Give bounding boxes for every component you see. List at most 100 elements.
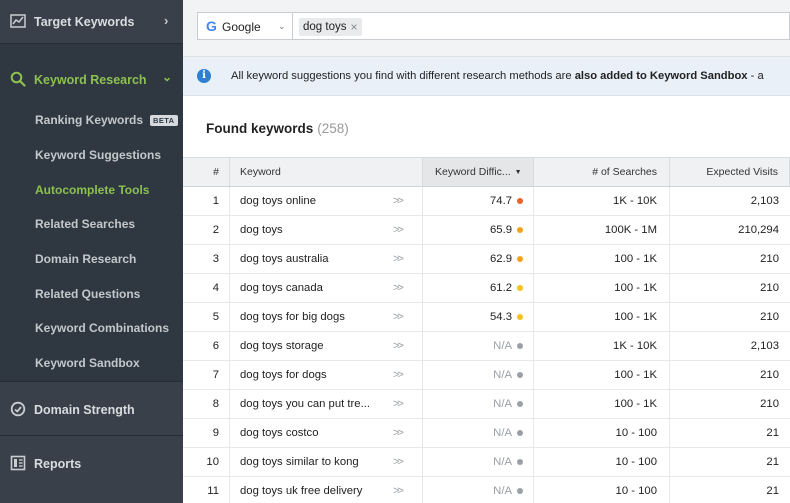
table-header: # Keyword Keyword Diffic... ▼ # of Searc… xyxy=(183,157,790,187)
sidebar-item-label: Domain Strength xyxy=(34,403,135,417)
expand-arrows-icon[interactable]: >> xyxy=(393,253,404,265)
table-row[interactable]: 6 dog toys storage >> N/A 1K - 10K 2,103 xyxy=(183,332,790,361)
sidebar-item-target-keywords[interactable]: Target Keywords › xyxy=(0,0,183,44)
sidebar-item-keyword-combinations[interactable]: Keyword Combinations xyxy=(0,311,183,346)
search-engine-select[interactable]: G Google ⌄ xyxy=(197,12,293,40)
keyword-cell[interactable]: dog toys uk free delivery >> xyxy=(230,477,423,503)
sidebar-item-domain-strength[interactable]: Domain Strength xyxy=(0,381,183,435)
line-chart-icon xyxy=(10,14,26,28)
keyword-cell[interactable]: dog toys storage >> xyxy=(230,332,423,360)
difficulty-cell: N/A xyxy=(423,419,534,447)
visits-cell: 210 xyxy=(760,369,779,381)
keyword-text: dog toys you can put tre... xyxy=(240,398,370,410)
keyword-research-submenu: Ranking Keywords BETA Keyword Suggestion… xyxy=(0,103,183,381)
difficulty-value: N/A xyxy=(493,398,512,410)
keywords-table: # Keyword Keyword Diffic... ▼ # of Searc… xyxy=(183,157,790,503)
searches-cell: 10 - 100 xyxy=(534,448,670,476)
expand-arrows-icon[interactable]: >> xyxy=(393,195,404,207)
search-input[interactable]: dog toys × xyxy=(293,12,790,40)
table-row[interactable]: 9 dog toys costco >> N/A 10 - 100 21 xyxy=(183,419,790,448)
row-number: 5 xyxy=(183,303,230,331)
column-header-difficulty[interactable]: Keyword Diffic... ▼ xyxy=(423,158,534,186)
sidebar-item-label: Keyword Sandbox xyxy=(35,356,140,371)
searches-cell: 100K - 1M xyxy=(534,216,670,244)
keyword-cell[interactable]: dog toys australia >> xyxy=(230,245,423,273)
table-row[interactable]: 2 dog toys >> 65.9 100K - 1M 210,294 xyxy=(183,216,790,245)
table-row[interactable]: 3 dog toys australia >> 62.9 100 - 1K 210 xyxy=(183,245,790,274)
expand-arrows-icon[interactable]: >> xyxy=(393,340,404,352)
sidebar-item-label: Ranking Keywords xyxy=(35,113,144,128)
chevron-right-icon: › xyxy=(164,13,169,28)
google-icon: G xyxy=(206,18,217,34)
expand-arrows-icon[interactable]: >> xyxy=(393,456,404,468)
row-number: 6 xyxy=(183,332,230,360)
searches-cell: 10 - 100 xyxy=(534,477,670,503)
expand-arrows-icon[interactable]: >> xyxy=(393,369,404,381)
keyword-text: dog toys for dogs xyxy=(240,369,327,381)
expand-arrows-icon[interactable]: >> xyxy=(393,282,404,294)
difficulty-dot-icon xyxy=(517,401,523,407)
difficulty-value: 65.9 xyxy=(490,224,512,236)
keyword-cell[interactable]: dog toys costco >> xyxy=(230,419,423,447)
difficulty-dot-icon xyxy=(517,256,523,262)
table-row[interactable]: 1 dog toys online >> 74.7 1K - 10K 2,103 xyxy=(183,187,790,216)
table-row[interactable]: 10 dog toys similar to kong >> N/A 10 - 100 2… xyxy=(183,448,790,477)
keyword-text: dog toys canada xyxy=(240,282,323,294)
table-row[interactable]: 8 dog toys you can put tre... >> N/A 100 - 1… xyxy=(183,390,790,419)
searches-cell: 100 - 1K xyxy=(534,274,670,302)
keyword-cell[interactable]: dog toys canada >> xyxy=(230,274,423,302)
sidebar-item-ranking-keywords[interactable]: Ranking Keywords BETA xyxy=(0,103,183,138)
difficulty-dot-icon xyxy=(517,459,523,465)
difficulty-cell: N/A xyxy=(423,390,534,418)
search-engine-name: Google xyxy=(222,20,261,34)
difficulty-value: N/A xyxy=(493,456,512,468)
expand-arrows-icon[interactable]: >> xyxy=(393,427,404,439)
searches-cell: 1K - 10K xyxy=(534,332,670,360)
column-header-searches[interactable]: # of Searches xyxy=(534,158,670,186)
difficulty-cell: 61.2 xyxy=(423,274,534,302)
column-header-visits[interactable]: Expected Visits xyxy=(670,158,790,186)
searches-cell: 100 - 1K xyxy=(534,303,670,331)
sidebar-item-keyword-suggestions[interactable]: Keyword Suggestions xyxy=(0,138,183,173)
query-chip[interactable]: dog toys × xyxy=(299,18,362,36)
visits-cell: 210 xyxy=(760,282,779,294)
sidebar-item-keyword-sandbox[interactable]: Keyword Sandbox xyxy=(0,346,183,381)
sidebar-item-related-questions[interactable]: Related Questions xyxy=(0,276,183,311)
sidebar-item-label: Reports xyxy=(34,457,82,471)
info-text-pre: All keyword suggestions you find with di… xyxy=(231,70,575,82)
keyword-text: dog toys xyxy=(240,224,283,236)
table-row[interactable]: 11 dog toys uk free delivery >> N/A 10 - 100… xyxy=(183,477,790,503)
keyword-cell[interactable]: dog toys >> xyxy=(230,216,423,244)
table-row[interactable]: 5 dog toys for big dogs >> 54.3 100 - 1K 210 xyxy=(183,303,790,332)
difficulty-value: 62.9 xyxy=(490,253,512,265)
keyword-text: dog toys australia xyxy=(240,253,329,265)
keyword-text: dog toys similar to kong xyxy=(240,456,359,468)
keyword-cell[interactable]: dog toys similar to kong >> xyxy=(230,448,423,476)
sidebar-item-autocomplete-tools[interactable]: Autocomplete Tools xyxy=(0,172,183,207)
visits-cell: 2,103 xyxy=(750,340,779,352)
keyword-cell[interactable]: dog toys online >> xyxy=(230,187,423,215)
close-icon[interactable]: × xyxy=(350,20,357,34)
expand-arrows-icon[interactable]: >> xyxy=(393,224,404,236)
expand-arrows-icon[interactable]: >> xyxy=(393,485,404,497)
column-header-keyword[interactable]: Keyword xyxy=(230,158,423,186)
keyword-cell[interactable]: dog toys for big dogs >> xyxy=(230,303,423,331)
table-row[interactable]: 4 dog toys canada >> 61.2 100 - 1K 210 xyxy=(183,274,790,303)
visits-cell: 21 xyxy=(766,427,779,439)
difficulty-cell: N/A xyxy=(423,448,534,476)
visits-cell: 21 xyxy=(766,485,779,497)
search-icon xyxy=(10,71,26,87)
keyword-cell[interactable]: dog toys you can put tre... >> xyxy=(230,390,423,418)
sidebar-item-label: Keyword Research xyxy=(34,73,147,87)
expand-arrows-icon[interactable]: >> xyxy=(393,311,404,323)
table-row[interactable]: 7 dog toys for dogs >> N/A 100 - 1K 210 xyxy=(183,361,790,390)
row-number: 9 xyxy=(183,419,230,447)
difficulty-dot-icon xyxy=(517,430,523,436)
keyword-cell[interactable]: dog toys for dogs >> xyxy=(230,361,423,389)
sidebar-item-related-searches[interactable]: Related Searches xyxy=(0,207,183,242)
sidebar-item-domain-research[interactable]: Domain Research xyxy=(0,242,183,277)
column-header-num[interactable]: # xyxy=(183,158,230,186)
sidebar-item-reports[interactable]: Reports xyxy=(0,435,183,503)
expand-arrows-icon[interactable]: >> xyxy=(393,398,404,410)
keyword-text: dog toys costco xyxy=(240,427,319,439)
